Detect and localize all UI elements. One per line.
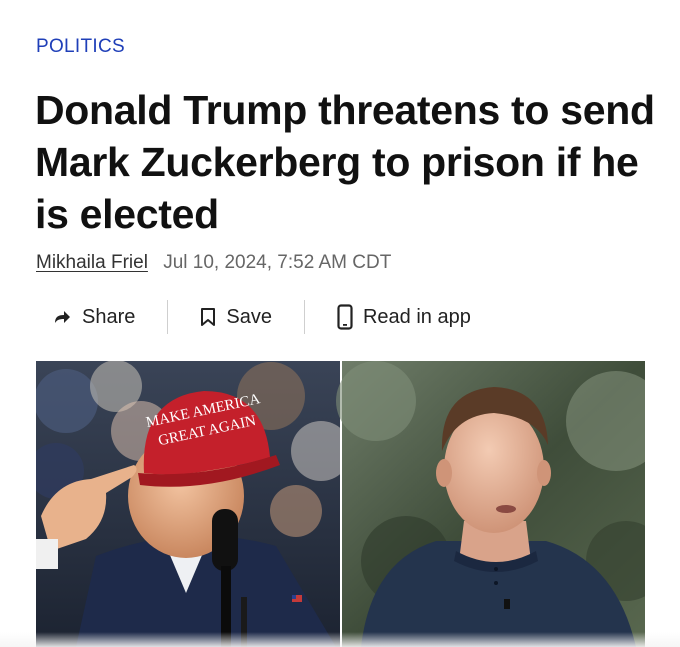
author-link[interactable]: Mikhaila Friel	[36, 252, 148, 273]
article-headline: Donald Trump threatens to send Mark Zuck…	[35, 87, 655, 237]
share-label: Share	[82, 305, 136, 328]
share-arrow-icon	[52, 308, 72, 326]
read-in-app-button[interactable]: Read in app	[305, 304, 471, 330]
byline: Mikhaila Friel Jul 10, 2024, 7:52 AM CDT	[36, 252, 391, 274]
bottom-fade	[0, 632, 680, 647]
save-button[interactable]: Save	[168, 306, 304, 329]
share-button[interactable]: Share	[36, 306, 167, 329]
read-in-app-label: Read in app	[362, 305, 471, 328]
phone-icon	[337, 304, 353, 330]
article-photo: MAKE AMERICA GREAT AGAIN	[36, 361, 645, 647]
publish-date: Jul 10, 2024, 7:52 AM CDT	[163, 252, 392, 273]
action-bar: Share Save Read in app	[36, 298, 471, 336]
category-label[interactable]: POLITICS	[36, 36, 125, 58]
save-label: Save	[226, 305, 272, 328]
bookmark-icon	[200, 307, 216, 327]
